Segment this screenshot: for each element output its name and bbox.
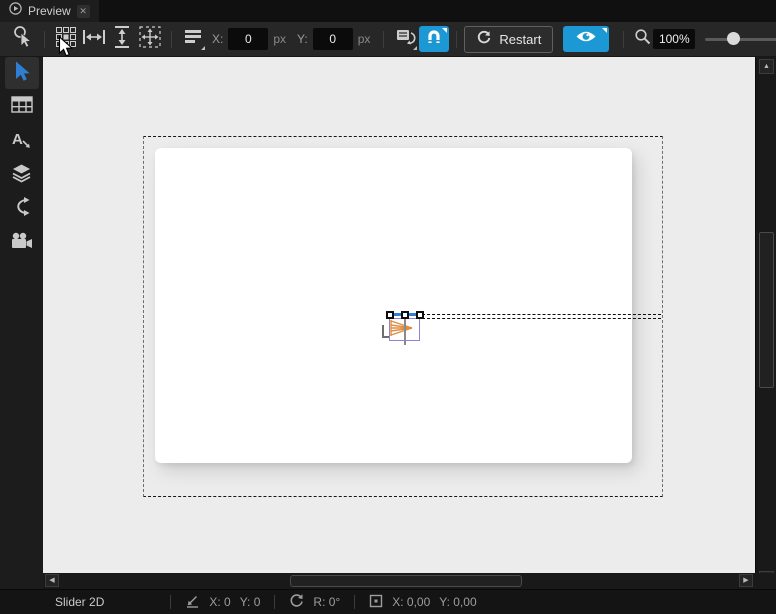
rotation-readout: R: 0° (289, 593, 340, 611)
restart-icon (476, 30, 492, 49)
separator (44, 30, 45, 48)
zoom-icon (634, 28, 651, 50)
artboard[interactable] (155, 148, 632, 463)
separator (170, 595, 172, 609)
fit-all-icon (138, 25, 162, 54)
table-view-icon (10, 96, 33, 118)
scrollbar-corner (755, 573, 776, 589)
position-x-value: X: 0 (209, 595, 231, 609)
item-align-icon (183, 28, 203, 51)
grid-icon (56, 26, 76, 52)
zoom-slider[interactable] (705, 26, 776, 52)
grid-button[interactable] (52, 25, 80, 53)
zoom-button[interactable] (631, 25, 653, 53)
fit-width-icon (82, 28, 106, 51)
select-tool-button[interactable] (4, 57, 39, 89)
separator (274, 595, 276, 609)
dropdown-corner-icon (442, 28, 448, 33)
scroll-left-button[interactable]: ◀ (45, 574, 59, 587)
camera-button[interactable] (5, 227, 39, 259)
separator (383, 30, 385, 48)
selection-handle[interactable] (416, 311, 424, 319)
layers-button[interactable] (5, 159, 39, 191)
x-unit-label: px (273, 32, 287, 46)
rotate-icon (289, 593, 304, 611)
eye-icon (575, 29, 597, 49)
restart-button[interactable]: Restart (464, 25, 554, 53)
selected-item-name: Slider 2D (55, 595, 105, 609)
position-icon (185, 594, 200, 611)
transitions-button[interactable] (5, 193, 39, 225)
reset-position-button[interactable] (391, 25, 419, 53)
magnet-icon (425, 28, 443, 51)
dropdown-corner-icon (413, 46, 418, 50)
close-icon[interactable]: ✕ (76, 4, 90, 18)
magnet-button[interactable] (419, 26, 450, 52)
layers-icon (11, 163, 32, 188)
status-bar: Slider 2D X: 0 Y: 0 R: 0° X: 0,00 Y: 0,0… (0, 589, 776, 614)
scroll-up-button[interactable]: ▲ (759, 59, 774, 74)
text-tool-button[interactable]: A (5, 125, 39, 157)
tab-label: Preview (28, 4, 71, 18)
origin-readout: X: 0,00 Y: 0,00 (369, 594, 477, 611)
application-window: Preview ✕ X: 0 px Y: 0 px Restart 100% A… (0, 0, 776, 614)
origin-y-value: Y: 0,00 (439, 595, 477, 609)
vertical-scrollbar[interactable]: ▲ ▼ (755, 57, 776, 589)
restart-label: Restart (499, 31, 542, 47)
separator (354, 595, 356, 609)
scroll-right-button[interactable]: ▶ (739, 574, 753, 587)
svg-text:A: A (12, 131, 23, 148)
select-mode-button[interactable] (9, 25, 37, 53)
separator (623, 30, 625, 48)
preview-play-icon (9, 2, 22, 20)
origin-x-value: X: 0,00 (392, 595, 431, 609)
selection-handle[interactable] (401, 311, 409, 319)
y-position-label: Y: (297, 32, 308, 46)
toolbar: X: px Y: px (0, 22, 776, 57)
separator (456, 30, 458, 48)
text-tool-icon: A (11, 129, 32, 154)
tab-bar: Preview ✕ (0, 0, 776, 22)
slider-track-boundary[interactable] (422, 314, 661, 319)
x-position-input[interactable] (228, 28, 269, 50)
fit-height-button[interactable] (108, 25, 136, 53)
horizontal-scrollbar-thumb[interactable] (290, 575, 522, 587)
position-y-value: Y: 0 (239, 595, 261, 609)
item-align-button[interactable] (179, 25, 207, 53)
tab-preview[interactable]: Preview ✕ (0, 0, 99, 22)
design-canvas[interactable] (43, 57, 755, 573)
select-tool-icon (12, 60, 32, 87)
selection-handle[interactable] (386, 311, 394, 319)
table-view-button[interactable] (5, 91, 39, 123)
dropdown-corner-icon (201, 46, 205, 50)
origin-icon (369, 594, 383, 611)
tool-sidebar: A (0, 57, 43, 589)
vertical-scrollbar-thumb[interactable] (759, 232, 774, 388)
fit-width-button[interactable] (80, 25, 108, 53)
position-readout: X: 0 Y: 0 (185, 594, 260, 611)
x-position-label: X: (212, 32, 224, 46)
visibility-button[interactable] (563, 26, 610, 52)
zoom-slider-handle[interactable] (727, 32, 741, 45)
select-mode-icon (12, 25, 34, 54)
y-position-input[interactable] (312, 28, 353, 50)
zoom-level[interactable]: 100% (653, 29, 696, 49)
transitions-icon (12, 196, 31, 222)
zoom-slider-track[interactable] (705, 38, 776, 41)
horizontal-scrollbar[interactable]: ◀ ▶ (43, 573, 755, 589)
camera-icon (10, 232, 33, 255)
y-unit-label: px (357, 32, 371, 46)
dropdown-corner-icon (602, 28, 608, 33)
fit-height-icon (113, 25, 131, 54)
rotation-value: R: 0° (313, 595, 341, 609)
fit-all-button[interactable] (136, 25, 164, 53)
separator (171, 30, 172, 48)
